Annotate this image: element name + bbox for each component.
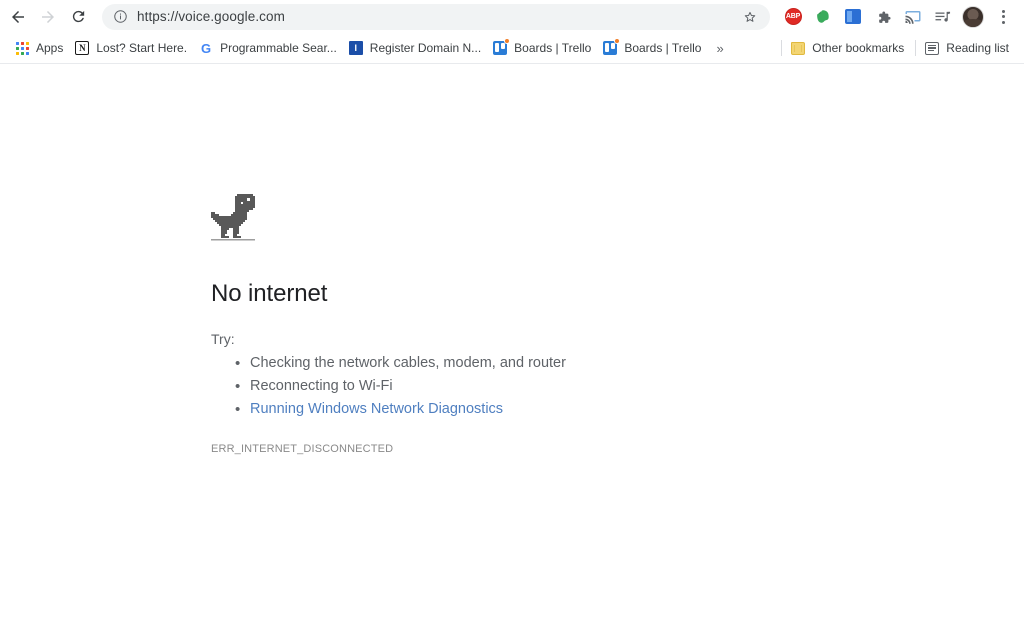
music-queue-button[interactable]	[928, 3, 958, 31]
suggestion-text: Reconnecting to Wi-Fi	[250, 378, 393, 394]
music-queue-icon	[935, 11, 951, 22]
page-title: No internet	[211, 280, 328, 307]
notion-icon: N	[74, 40, 90, 56]
bookmark-item-trello-1[interactable]: Boards | Trello	[488, 37, 598, 59]
address-bar[interactable]: https://voice.google.com	[102, 3, 770, 30]
extensions-button[interactable]	[868, 3, 898, 31]
bookmark-item-programmable-search[interactable]: G Programmable Sear...	[194, 37, 344, 59]
network-diagnostics-link[interactable]: Running Windows Network Diagnostics	[250, 401, 503, 417]
bookmark-other-bookmarks[interactable]: Other bookmarks	[786, 37, 911, 59]
folder-icon	[790, 40, 806, 56]
google-icon: G	[201, 40, 212, 56]
bookmark-item-register-domain[interactable]: I Register Domain N...	[344, 37, 488, 59]
blue-square-icon: I	[348, 40, 364, 56]
reading-list-icon	[924, 40, 940, 56]
bookmarks-bar: Apps N Lost? Start Here. G Programmable …	[0, 33, 1024, 64]
bookmark-label: Other bookmarks	[812, 41, 905, 55]
bookmark-item-trello-2[interactable]: Boards | Trello	[598, 37, 708, 59]
apps-grid-icon	[14, 40, 30, 56]
divider	[781, 40, 783, 56]
back-button[interactable]	[4, 3, 32, 31]
bookmark-label: Programmable Sear...	[220, 41, 337, 55]
puzzle-piece-icon	[878, 11, 891, 23]
evernote-button[interactable]	[808, 3, 838, 31]
extensions-tray: ABP	[778, 3, 1018, 31]
reload-button[interactable]	[64, 3, 92, 31]
bookmark-label: Register Domain N...	[369, 41, 482, 55]
bookmark-star-icon[interactable]	[740, 7, 760, 27]
suggestion-text: Checking the network cables, modem, and …	[250, 355, 566, 371]
browser-toolbar: https://voice.google.com ABP	[0, 0, 1024, 33]
bookmarks-bar-right: Other bookmarks Reading list	[777, 37, 1016, 59]
cast-button[interactable]	[898, 3, 928, 31]
bookmarks-overflow-button[interactable]: »	[710, 39, 729, 58]
try-label: Try:	[211, 331, 235, 347]
adblock-plus-icon: ABP	[784, 8, 802, 25]
bookmark-label: Lost? Start Here.	[96, 41, 188, 55]
blue-square-extension-button[interactable]	[838, 3, 868, 31]
list-item: Checking the network cables, modem, and …	[211, 352, 811, 375]
trello-icon	[602, 38, 621, 56]
bookmark-reading-list[interactable]: Reading list	[920, 37, 1016, 59]
chrome-menu-button[interactable]	[988, 3, 1018, 31]
suggestion-list: Checking the network cables, modem, and …	[211, 352, 811, 421]
blue-square-icon	[845, 9, 861, 24]
error-content: No internet Try: Checking the network ca…	[211, 194, 811, 455]
info-icon[interactable]	[112, 9, 128, 25]
bookmark-label: Boards | Trello	[624, 41, 702, 55]
offline-dinosaur-icon	[211, 194, 255, 241]
trello-icon	[492, 38, 511, 56]
evernote-icon	[816, 10, 829, 23]
error-code: ERR_INTERNET_DISCONNECTED	[211, 443, 394, 455]
list-item: Reconnecting to Wi-Fi	[211, 375, 811, 398]
bookmark-label: Apps	[36, 41, 64, 55]
avatar	[962, 5, 984, 28]
adblock-plus-button[interactable]: ABP	[778, 3, 808, 31]
cast-icon	[905, 10, 921, 24]
three-dot-menu-icon	[1001, 9, 1005, 24]
bookmark-label: Reading list	[946, 41, 1009, 55]
divider	[915, 40, 917, 56]
bookmark-item-lost-start-here[interactable]: N Lost? Start Here.	[70, 37, 194, 59]
url-text: https://voice.google.com	[137, 9, 285, 24]
bookmark-apps[interactable]: Apps	[10, 37, 70, 59]
list-item[interactable]: Running Windows Network Diagnostics	[211, 398, 811, 421]
profile-button[interactable]	[958, 3, 988, 31]
bookmark-label: Boards | Trello	[514, 41, 592, 55]
forward-arrow-icon	[42, 10, 54, 23]
back-arrow-icon	[12, 10, 24, 23]
forward-button[interactable]	[34, 3, 62, 31]
reload-icon	[72, 10, 84, 23]
offline-error-page: No internet Try: Checking the network ca…	[0, 64, 1024, 628]
